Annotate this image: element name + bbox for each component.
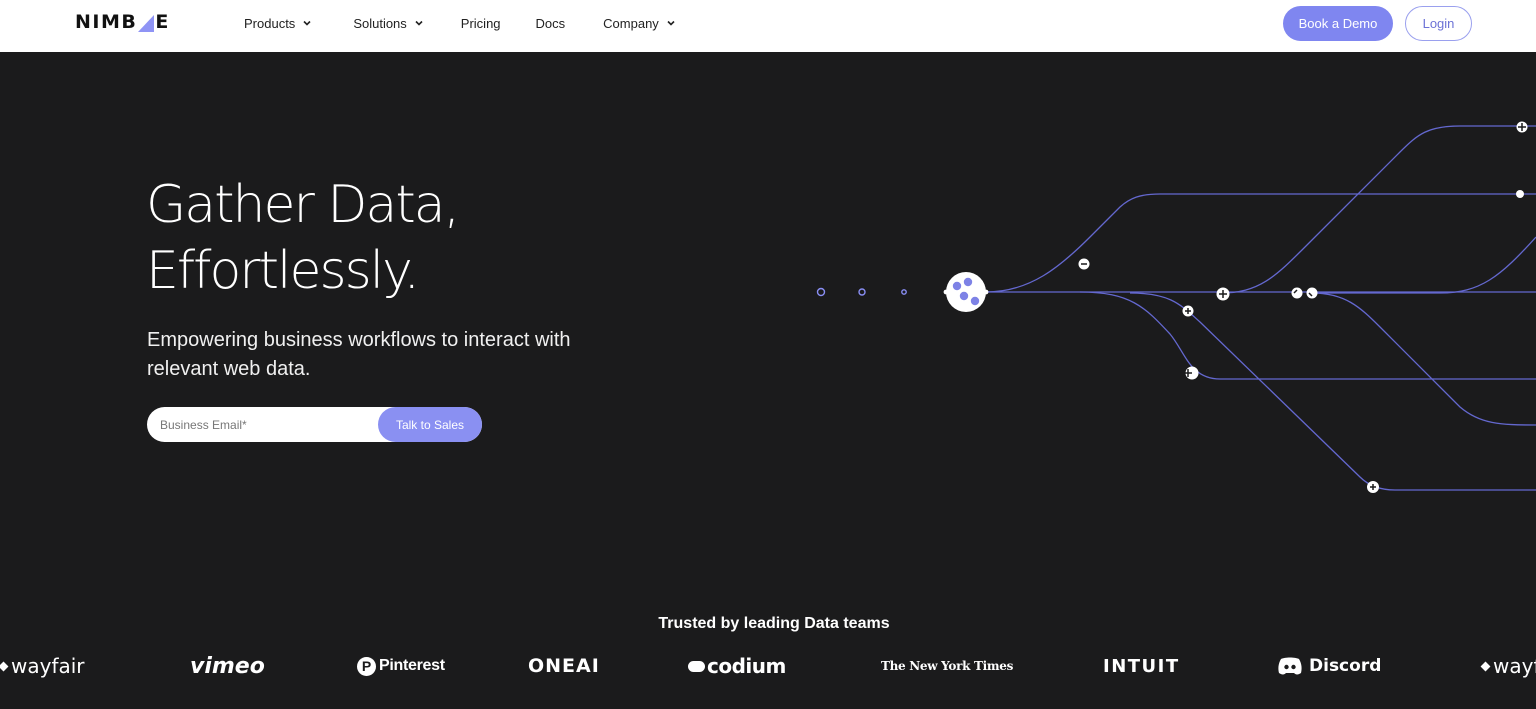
codium-mark-icon xyxy=(688,660,705,672)
nav-solutions[interactable]: Solutions xyxy=(353,16,423,31)
nav-products[interactable]: Products xyxy=(244,16,312,31)
nav-docs[interactable]: Docs xyxy=(536,16,566,31)
logo-pinterest-text: Pinterest xyxy=(379,657,445,674)
logo-intuit: INTUIT xyxy=(1103,646,1180,686)
nimble-logo[interactable]: NIMB E xyxy=(75,11,170,33)
email-form: Talk to Sales xyxy=(147,407,482,442)
nav-links: Products Solutions Pricing Docs Company xyxy=(244,0,676,46)
logo-pinterest: P Pinterest xyxy=(357,646,445,686)
logo-nyt-text: The New York Times xyxy=(881,659,1014,673)
logo-nyt: The New York Times xyxy=(881,646,1013,686)
workflow-node-glyphs xyxy=(1081,123,1526,490)
data-flow-illustration xyxy=(730,121,1536,493)
logo-codium-text: codium xyxy=(707,654,786,678)
nav-company[interactable]: Company xyxy=(603,16,676,31)
wayfair-mark-icon xyxy=(0,661,9,671)
business-email-input[interactable] xyxy=(147,407,378,442)
workflow-node-icon xyxy=(1078,121,1528,493)
logo-discord: Discord xyxy=(1277,646,1381,686)
logo-triangle-icon xyxy=(138,14,155,32)
logo-oneai-text: ONEAI xyxy=(528,655,600,677)
logo-vimeo: vimeo xyxy=(190,646,265,686)
logo-strip: wayfair vimeo P Pinterest ONEAI codium T… xyxy=(0,646,1536,688)
nav-docs-label: Docs xyxy=(535,15,566,31)
logo-oneai: ONEAI xyxy=(528,646,600,686)
chevron-down-icon xyxy=(667,20,675,26)
nav-pricing-label: Pricing xyxy=(460,15,501,31)
logo-text: NIMB xyxy=(75,11,138,33)
hero-title-line2: Effortlessly. xyxy=(146,241,420,301)
nav-company-label: Company xyxy=(603,15,659,31)
logo-text-end: E xyxy=(155,11,170,33)
logo-wayfair-text: wayfair xyxy=(11,654,85,678)
wayfair-mark-icon xyxy=(1480,661,1491,671)
hero-title-line1: Gather Data, xyxy=(146,175,460,235)
nav-solutions-label: Solutions xyxy=(353,15,407,31)
book-demo-button[interactable]: Book a Demo xyxy=(1283,6,1393,41)
login-button[interactable]: Login xyxy=(1405,6,1472,41)
hero-subtitle: Empowering business workflows to interac… xyxy=(147,329,571,380)
logo-wayfair-repeat: wayfair xyxy=(1480,646,1536,686)
logo-discord-text: Discord xyxy=(1309,656,1382,676)
trusted-heading: Trusted by leading Data teams xyxy=(658,615,890,632)
nav-pricing[interactable]: Pricing xyxy=(461,16,501,31)
logo-intuit-text: INTUIT xyxy=(1103,655,1180,677)
nav-products-label: Products xyxy=(244,15,296,31)
logo-codium: codium xyxy=(688,646,786,686)
chevron-down-icon xyxy=(303,20,311,26)
logo-wayfair: wayfair xyxy=(0,646,85,686)
logo-vimeo-text: vimeo xyxy=(190,653,265,679)
discord-icon xyxy=(1278,657,1302,675)
hero-title: Gather Data, Effortlessly. xyxy=(146,172,460,304)
talk-to-sales-button[interactable]: Talk to Sales xyxy=(378,407,482,442)
logo-wayfair-repeat-text: wayfair xyxy=(1493,654,1536,678)
pinterest-icon: P xyxy=(357,656,376,676)
hub-node-icon xyxy=(943,272,989,312)
top-nav: NIMB E Products Solutions Pricing Docs Co… xyxy=(0,0,1536,52)
chevron-down-icon xyxy=(415,20,423,26)
